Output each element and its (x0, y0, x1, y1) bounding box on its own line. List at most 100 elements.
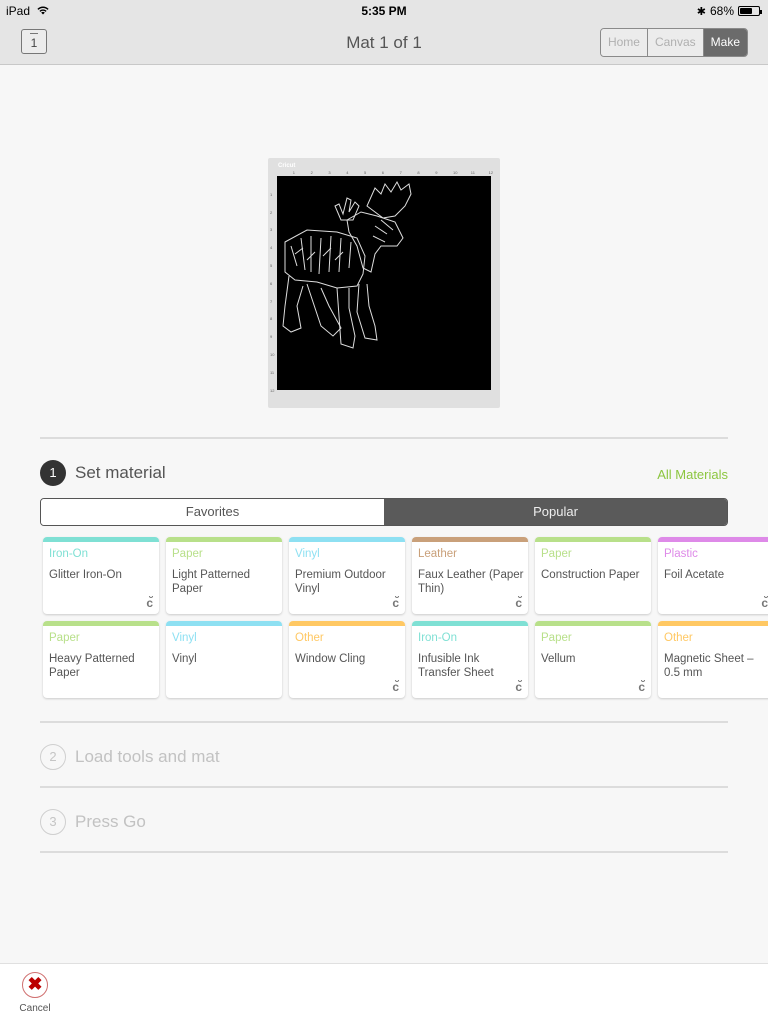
material-category-color-bar (412, 537, 528, 542)
material-category-color-bar (289, 621, 405, 626)
step-1-title: Set material (75, 463, 166, 482)
battery-percent: 68% (709, 4, 734, 18)
material-category-color-bar (166, 537, 282, 542)
cricut-brand-icon: c̆ (146, 596, 153, 610)
ruler-tick-label: 9 (270, 334, 273, 340)
cancel-x-icon: ✖ (22, 972, 48, 998)
material-category: Paper (49, 632, 80, 644)
material-category: Iron-On (418, 632, 457, 644)
material-card[interactable]: Other Window Cling c̆ (289, 621, 405, 698)
ruler-tick-label: 10 (270, 352, 275, 357)
material-category-color-bar (412, 621, 528, 626)
ruler-tick-label: 8 (270, 316, 273, 322)
ruler-tick-label: 2 (270, 209, 273, 215)
material-card[interactable]: Vinyl Premium Outdoor Vinyl c̆ (289, 537, 405, 614)
ruler-tick-label: 1 (292, 170, 296, 175)
cricut-brand-icon: c̆ (515, 596, 522, 610)
step-3-number: 3 (40, 809, 66, 835)
step-2-title: Load tools and mat (75, 747, 220, 766)
ruler-tick-label: 4 (270, 245, 273, 251)
status-bar: iPad 5:35 PM ✱ 68% (0, 0, 768, 22)
material-category-color-bar (43, 621, 159, 626)
material-card[interactable]: Iron-On Glitter Iron-On c̆ (43, 537, 159, 614)
material-card[interactable]: Leather Faux Leather (Paper Thin) c̆ (412, 537, 528, 614)
mat-brand-logo: Cricut (278, 163, 296, 169)
make-button[interactable]: Make (703, 29, 747, 56)
mat-cut-area (277, 176, 491, 390)
mat-ruler-left: 1 2 3 4 5 6 7 8 9 10 11 12 (270, 176, 276, 393)
ruler-tick-label: 7 (270, 298, 273, 304)
cricut-brand-icon: c̆ (638, 680, 645, 694)
material-category-color-bar (43, 537, 159, 542)
material-card[interactable]: Other Magnetic Sheet – 0.5 mm (658, 621, 768, 698)
material-name: Magnetic Sheet – 0.5 mm (664, 653, 754, 679)
material-category: Other (295, 632, 324, 644)
material-card[interactable]: Paper Vellum c̆ (535, 621, 651, 698)
bottom-toolbar: ✖ Cancel (0, 963, 768, 1024)
ruler-tick-label: 5 (270, 263, 273, 268)
cancel-button[interactable]: ✖ Cancel (14, 972, 56, 1014)
cricut-brand-icon: c̆ (515, 680, 522, 694)
ruler-tick-label: 5 (364, 170, 367, 175)
step-1-number: 1 (40, 460, 66, 486)
tab-favorites[interactable]: Favorites (41, 499, 384, 525)
material-category-color-bar (535, 621, 651, 626)
material-category: Vinyl (295, 548, 320, 560)
nav-bar: 1 Mat 1 of 1 Home Canvas Make (0, 22, 768, 65)
material-card[interactable]: Paper Construction Paper (535, 537, 651, 614)
material-category: Other (664, 632, 693, 644)
material-name: Glitter Iron-On (49, 569, 122, 581)
divider (40, 786, 728, 788)
mat-preview[interactable]: Cricut 1 2 3 4 5 6 7 8 9 10 11 12 1 2 3 4 5 6 7 8 9 10 11 12 (268, 158, 500, 408)
divider (40, 851, 728, 853)
ruler-tick-label: 6 (381, 170, 385, 175)
ruler-tick-label: 1 (270, 191, 273, 197)
ruler-tick-label: 8 (417, 170, 420, 175)
material-category-color-bar (535, 537, 651, 542)
ruler-tick-label: 12 (488, 170, 494, 175)
bluetooth-icon: ✱ (696, 5, 706, 18)
ruler-tick-label: 4 (346, 170, 349, 175)
step-2-number: 2 (40, 744, 66, 770)
material-card[interactable]: Plastic Foil Acetate c̆ (658, 537, 768, 614)
battery-fill (740, 8, 753, 14)
battery-icon (738, 6, 762, 16)
material-name: Foil Acetate (664, 569, 725, 581)
material-category-color-bar (658, 537, 768, 542)
cricut-brand-icon: c̆ (761, 596, 768, 610)
material-card[interactable]: Paper Heavy Patterned Paper (43, 621, 159, 698)
material-category: Paper (541, 632, 572, 644)
canvas-button[interactable]: Canvas (647, 29, 704, 56)
divider (40, 437, 728, 439)
material-category: Iron-On (49, 548, 88, 560)
material-category: Paper (172, 548, 203, 560)
ruler-tick-label: 3 (270, 227, 273, 233)
ruler-tick-label: 9 (435, 170, 438, 175)
material-card[interactable]: Vinyl Vinyl (166, 621, 282, 698)
home-button[interactable]: Home (600, 29, 648, 56)
mode-segmented-control: Home Canvas Make (599, 28, 748, 57)
material-name: Premium Outdoor Vinyl (295, 569, 386, 595)
ruler-tick-label: 10 (453, 170, 458, 175)
material-name: Light Patterned Paper (172, 569, 251, 595)
material-card[interactable]: Paper Light Patterned Paper (166, 537, 282, 614)
ruler-tick-label: 12 (270, 387, 275, 393)
material-name: Construction Paper (541, 569, 640, 581)
material-category: Vinyl (172, 632, 197, 644)
material-category-color-bar (658, 621, 768, 626)
material-name: Vellum (541, 653, 576, 665)
ruler-tick-label: 11 (270, 369, 275, 375)
material-category: Leather (418, 548, 458, 560)
ruler-tick-label: 2 (310, 170, 313, 175)
material-card[interactable]: Iron-On Infusible Ink Transfer Sheet c̆ (412, 621, 528, 698)
tab-popular[interactable]: Popular (384, 499, 727, 525)
all-materials-link[interactable]: All Materials (657, 467, 728, 482)
material-tabs: Favorites Popular (40, 498, 728, 526)
material-category: Paper (541, 548, 572, 560)
ruler-tick-label: 11 (470, 170, 475, 175)
cricut-brand-icon: c̆ (392, 596, 399, 610)
ruler-tick-label: 6 (270, 280, 273, 286)
divider (40, 721, 728, 723)
cricut-brand-icon: c̆ (392, 680, 399, 694)
material-name: Infusible Ink Transfer Sheet (418, 653, 494, 679)
